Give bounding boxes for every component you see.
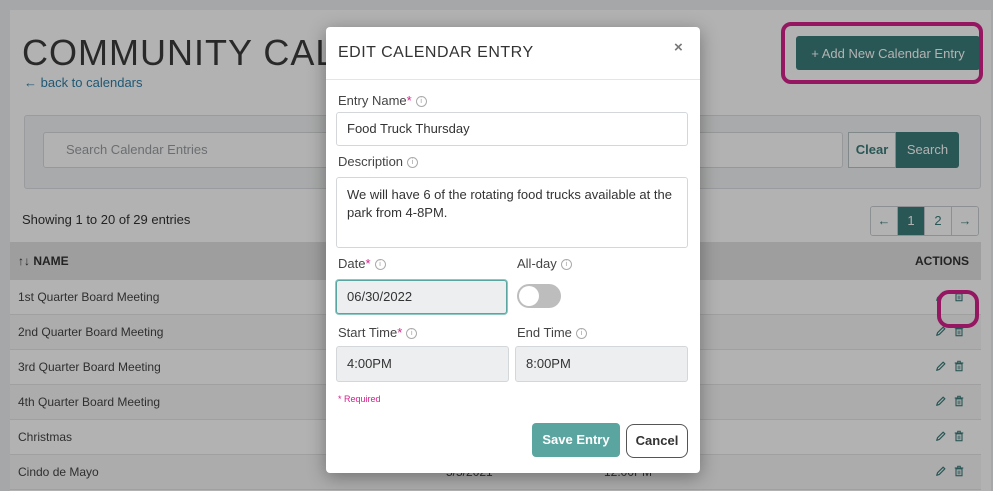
help-icon: i: [407, 157, 419, 169]
required-marker: *: [365, 256, 371, 271]
end-time-label: End Time i: [517, 325, 587, 340]
end-time-input[interactable]: 8:00PM: [515, 346, 688, 382]
modal-title: EDIT CALENDAR ENTRY: [338, 44, 534, 61]
start-time-input[interactable]: 4:00PM: [336, 346, 509, 382]
close-icon[interactable]: ×: [674, 39, 683, 56]
entry-name-label: Entry Name* i: [338, 93, 427, 108]
allday-label: All-day i: [517, 256, 572, 271]
modal-divider: [326, 79, 700, 80]
cancel-button[interactable]: Cancel: [626, 424, 688, 458]
allday-toggle[interactable]: [517, 284, 561, 308]
required-marker: *: [397, 325, 403, 340]
help-icon: i: [406, 328, 418, 340]
entry-name-input[interactable]: Food Truck Thursday: [336, 112, 688, 146]
description-textarea[interactable]: We will have 6 of the rotating food truc…: [336, 177, 688, 248]
help-icon: i: [560, 259, 572, 271]
save-entry-button[interactable]: Save Entry: [532, 423, 620, 457]
toggle-knob: [519, 286, 539, 306]
description-label: Description i: [338, 154, 419, 169]
date-label: Date* i: [338, 256, 386, 271]
help-icon: i: [415, 96, 427, 108]
help-icon: i: [575, 328, 587, 340]
edit-calendar-entry-modal: EDIT CALENDAR ENTRY × Entry Name* i Food …: [326, 27, 700, 473]
start-time-label: Start Time* i: [338, 325, 418, 340]
required-marker: *: [406, 93, 412, 108]
date-input[interactable]: 06/30/2022: [336, 280, 507, 314]
required-note: * Required: [338, 394, 381, 404]
help-icon: i: [374, 259, 386, 271]
